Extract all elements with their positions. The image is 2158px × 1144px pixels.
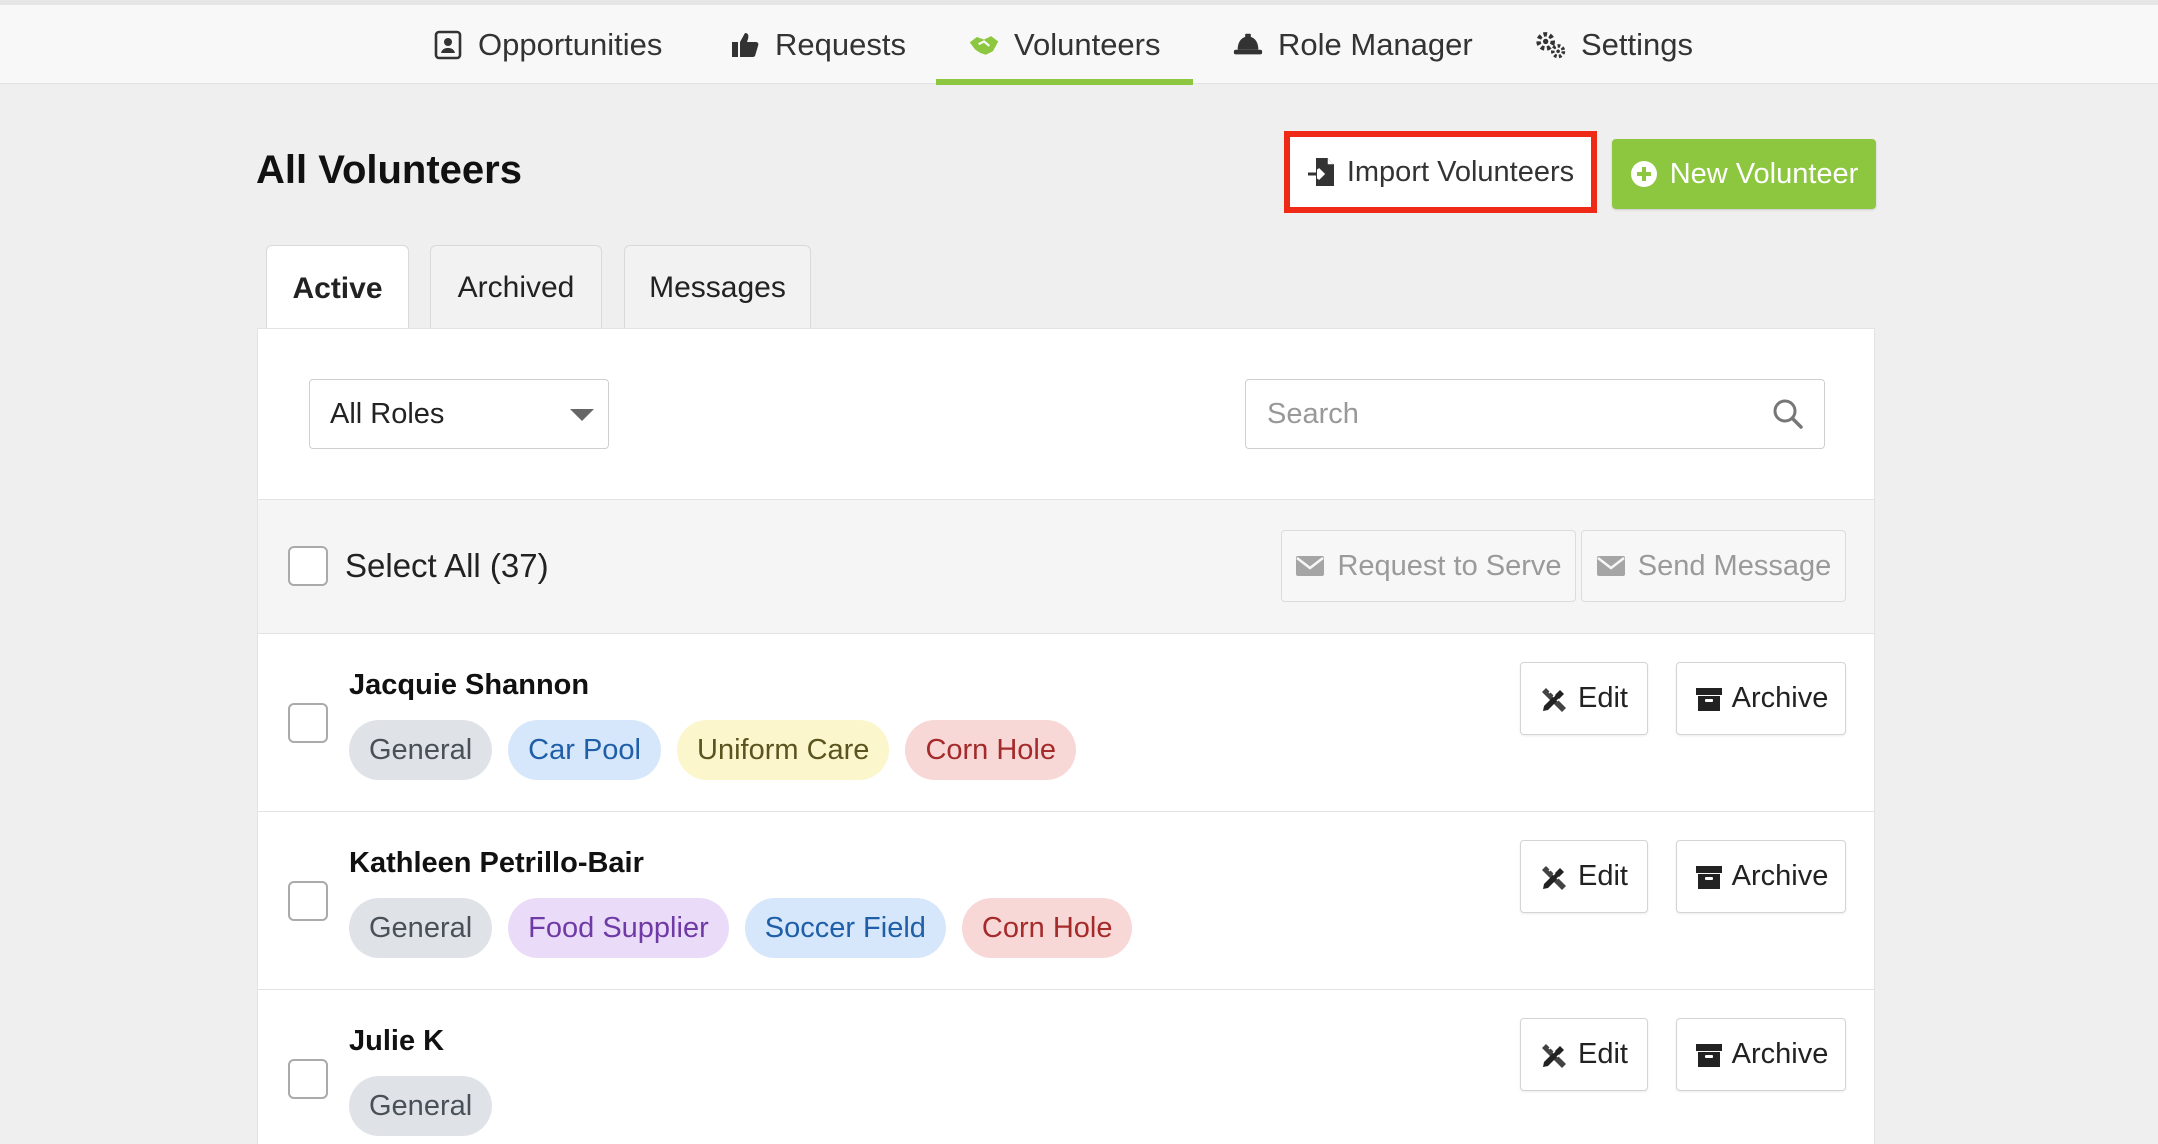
archive-label: Archive <box>1731 682 1829 714</box>
search-box <box>1245 379 1825 449</box>
tab-archived[interactable]: Archived <box>430 245 602 329</box>
volunteer-checkbox[interactable] <box>288 1059 328 1099</box>
role-badges: General <box>349 1076 493 1136</box>
handshake-icon <box>968 29 1000 61</box>
role-badge: General <box>349 720 493 780</box>
archive-button[interactable]: Archive <box>1676 1018 1846 1091</box>
role-badge: Car Pool <box>508 720 661 780</box>
edit-button[interactable]: Edit <box>1520 1018 1648 1091</box>
new-volunteer-label: New Volunteer <box>1669 157 1859 190</box>
bulk-actions-bar: Select All (37) Request to Serve Send Me… <box>258 499 1874 634</box>
pencil-ruler-icon <box>1540 862 1570 892</box>
tab-label: Archived <box>457 270 575 304</box>
role-badges: General Car Pool Uniform Care Corn Hole <box>349 720 1076 780</box>
archive-button[interactable]: Archive <box>1676 840 1846 913</box>
edit-label: Edit <box>1578 1038 1628 1070</box>
search-icon[interactable] <box>1772 398 1804 430</box>
import-volunteers-button[interactable]: Import Volunteers <box>1284 131 1597 213</box>
edit-button[interactable]: Edit <box>1520 662 1648 735</box>
role-badge: Corn Hole <box>961 898 1133 958</box>
role-badge: Corn Hole <box>905 720 1076 780</box>
top-nav: Opportunities Requests Volunteers Role M… <box>0 0 2158 85</box>
edit-button[interactable]: Edit <box>1520 840 1648 913</box>
import-volunteers-label: Import Volunteers <box>1346 155 1575 188</box>
new-volunteer-button[interactable]: New Volunteer <box>1612 139 1876 209</box>
pencil-ruler-icon <box>1540 1040 1570 1070</box>
archive-label: Archive <box>1731 860 1829 892</box>
role-badge: General <box>349 898 493 958</box>
volunteer-name: Kathleen Petrillo-Bair <box>349 847 644 879</box>
edit-label: Edit <box>1578 682 1628 714</box>
archive-label: Archive <box>1731 1038 1829 1070</box>
hard-hat-icon <box>1232 29 1264 61</box>
request-to-serve-button[interactable]: Request to Serve <box>1281 530 1576 602</box>
nav-item-label: Requests <box>775 26 906 62</box>
nav-item-opportunities[interactable]: Opportunities <box>432 5 662 84</box>
nav-item-volunteers[interactable]: Volunteers <box>936 5 1192 85</box>
page-title: All Volunteers <box>256 148 522 192</box>
archive-box-icon <box>1694 684 1724 714</box>
file-import-icon <box>1307 156 1337 188</box>
edit-label: Edit <box>1578 860 1628 892</box>
send-message-label: Send Message <box>1637 549 1832 582</box>
contact-card-icon <box>432 29 464 61</box>
roles-filter-select[interactable]: All Roles <box>309 379 609 449</box>
volunteer-name: Jacquie Shannon <box>349 669 590 701</box>
envelope-icon <box>1295 554 1325 578</box>
volunteer-checkbox[interactable] <box>288 881 328 921</box>
select-all-checkbox[interactable] <box>288 546 328 586</box>
tab-active[interactable]: Active <box>266 245 409 331</box>
role-badge: Soccer Field <box>744 898 946 958</box>
tab-label: Messages <box>649 270 786 304</box>
plus-circle-icon <box>1630 160 1658 188</box>
nav-item-label: Role Manager <box>1278 26 1473 62</box>
tab-label: Active <box>292 271 383 305</box>
role-badge: General <box>349 1076 493 1136</box>
volunteer-row: Julie K General Edit Archive <box>258 990 1874 1144</box>
archive-box-icon <box>1694 1040 1724 1070</box>
volunteer-row: Jacquie Shannon General Car Pool Uniform Ca… <box>258 634 1874 812</box>
chevron-down-icon <box>570 409 594 421</box>
send-message-button[interactable]: Send Message <box>1581 530 1846 602</box>
nav-item-requests[interactable]: Requests <box>729 5 906 84</box>
thumbs-up-icon <box>729 29 761 61</box>
role-badge: Food Supplier <box>508 898 729 958</box>
search-input[interactable] <box>1246 380 1824 448</box>
nav-item-role-manager[interactable]: Role Manager <box>1232 5 1473 84</box>
nav-item-label: Volunteers <box>1014 26 1161 62</box>
role-badges: General Food Supplier Soccer Field Corn Hol… <box>349 898 1133 958</box>
pencil-ruler-icon <box>1540 684 1570 714</box>
volunteer-row: Kathleen Petrillo-Bair General Food Suppli… <box>258 812 1874 990</box>
request-to-serve-label: Request to Serve <box>1337 549 1562 582</box>
archive-box-icon <box>1694 862 1724 892</box>
tab-messages[interactable]: Messages <box>624 245 811 329</box>
volunteer-name: Julie K <box>349 1025 445 1057</box>
volunteer-checkbox[interactable] <box>288 703 328 743</box>
volunteers-panel: All Roles Select All (37) Request to Ser… <box>257 328 1875 1144</box>
select-all-label: Select All (37) <box>345 547 549 584</box>
nav-item-label: Settings <box>1581 26 1694 62</box>
roles-filter-value: All Roles <box>330 397 445 430</box>
nav-item-label: Opportunities <box>478 26 663 62</box>
role-badge: Uniform Care <box>677 720 890 780</box>
envelope-icon <box>1596 554 1626 578</box>
archive-button[interactable]: Archive <box>1676 662 1846 735</box>
gears-icon <box>1535 29 1567 61</box>
nav-item-settings[interactable]: Settings <box>1535 5 1693 84</box>
